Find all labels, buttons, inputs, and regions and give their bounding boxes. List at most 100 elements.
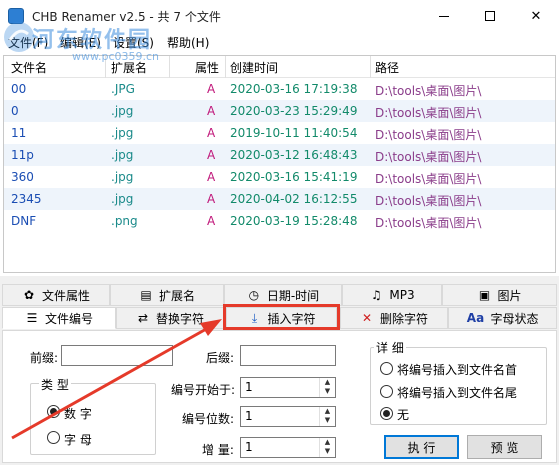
tab-label: 扩展名 (158, 288, 195, 303)
insert-none-label[interactable]: 无 (397, 406, 409, 423)
tab-label: MP3 (389, 288, 415, 302)
tab-label: 文件编号 (44, 311, 93, 326)
column-header-attr[interactable]: 属性 (195, 59, 219, 76)
digits-value: 1 (245, 409, 253, 423)
table-row[interactable]: 11 .jpg A 2019-10-11 11:40:54 D:\tools\桌… (4, 122, 555, 144)
type-number-radio[interactable] (47, 405, 60, 418)
digits-label: 编号位数: (182, 412, 235, 426)
suffix-label: 后缀: (206, 351, 235, 365)
type-letter-label[interactable]: 字 母 (64, 431, 92, 448)
prefix-input[interactable] (61, 345, 173, 366)
prefix-label: 前缀: (30, 351, 59, 365)
cell-path: D:\tools\桌面\图片\ (375, 84, 482, 98)
document-icon: ▤ (140, 288, 152, 302)
tab-file-numbering[interactable]: ☰ 文件编号 (2, 307, 116, 329)
highlight-box (223, 304, 340, 330)
type-number-label[interactable]: 数 字 (64, 405, 92, 422)
image-icon: ▣ (478, 288, 491, 302)
cell-attr: A (207, 148, 216, 162)
detail-group-title: 详 细 (374, 339, 406, 356)
cell-attr: A (207, 214, 216, 228)
cell-path: D:\tools\桌面\图片\ (375, 128, 482, 142)
delete-icon: ✕ (361, 311, 373, 325)
table-row[interactable]: DNF .png A 2020-03-19 15:28:48 D:\tools\… (4, 210, 555, 232)
cell-name: 11 (11, 126, 27, 140)
type-letter-radio[interactable] (47, 431, 60, 444)
spin-up-icon[interactable]: ▲ (320, 438, 335, 447)
start-stepper[interactable]: 1 ▲ ▼ (240, 377, 336, 398)
tab-replace-chars[interactable]: ⇄ 替换字符 (116, 307, 224, 329)
tab-delete-chars[interactable]: ✕ 删除字符 (340, 307, 448, 329)
table-row[interactable]: 11p .jpg A 2020-03-12 16:48:43 D:\tools\… (4, 144, 555, 166)
cell-path: D:\tools\桌面\图片\ (375, 106, 482, 120)
table-row[interactable]: 00 .JPG A 2020-03-16 17:19:38 D:\tools\桌… (4, 78, 555, 100)
start-label: 编号开始于: (171, 383, 236, 397)
tab-label: 文件属性 (41, 288, 90, 303)
column-header-name[interactable]: 文件名 (11, 59, 47, 76)
tab-file-attributes[interactable]: ✿ 文件属性 (2, 284, 110, 306)
table-row[interactable]: 360 .jpg A 2020-03-16 15:41:19 D:\tools\… (4, 166, 555, 188)
tab-extension[interactable]: ▤ 扩展名 (110, 284, 224, 306)
cell-time: 2020-03-23 15:29:49 (230, 104, 358, 118)
gear-icon: ✿ (23, 288, 35, 302)
cell-time: 2020-03-16 15:41:19 (230, 170, 358, 184)
cell-attr: A (207, 192, 216, 206)
tab-image[interactable]: ▣ 图片 (442, 284, 557, 306)
cell-attr: A (207, 82, 216, 96)
close-button[interactable]: ✕ (513, 0, 559, 32)
type-group (30, 383, 156, 455)
cell-name: 00 (11, 82, 27, 96)
cell-name: DNF (11, 214, 37, 228)
insert-tail-radio[interactable] (380, 385, 393, 398)
spin-down-icon[interactable]: ▼ (320, 447, 335, 456)
execute-button[interactable]: 执 行 (384, 435, 459, 459)
table-row[interactable]: 2345 .jpg A 2020-04-02 16:12:55 D:\tools… (4, 188, 555, 210)
tab-label: 删除字符 (379, 311, 428, 326)
file-list[interactable]: 文件名 扩展名 属性 创建时间 路径 00 .JPG A 2020-03-16 … (3, 55, 556, 273)
cell-attr: A (207, 126, 216, 140)
table-row[interactable]: 0 .jpg A 2020-03-23 15:29:49 D:\tools\桌面… (4, 100, 555, 122)
column-header-path[interactable]: 路径 (375, 59, 399, 76)
increment-stepper[interactable]: 1 ▲ ▼ (240, 437, 336, 458)
column-header-time[interactable]: 创建时间 (230, 59, 278, 76)
watermark-logo (4, 22, 34, 52)
tab-date-time[interactable]: ◷ 日期-时间 (224, 284, 342, 306)
insert-head-label[interactable]: 将编号插入到文件名首 (397, 361, 517, 378)
cell-name: 0 (11, 104, 19, 118)
cell-path: D:\tools\桌面\图片\ (375, 172, 482, 186)
tab-letter-case[interactable]: Aa 字母状态 (448, 307, 557, 329)
menu-help[interactable]: 帮助(H) (167, 34, 209, 51)
suffix-input[interactable] (240, 345, 336, 366)
minimize-icon (439, 15, 449, 17)
cell-attr: A (207, 170, 216, 184)
cell-path: D:\tools\桌面\图片\ (375, 150, 482, 164)
minimize-button[interactable] (421, 0, 467, 32)
digits-stepper[interactable]: 1 ▲ ▼ (240, 406, 336, 427)
type-group-title: 类 型 (39, 376, 71, 393)
cell-time: 2020-04-02 16:12:55 (230, 192, 358, 206)
tab-label: 图片 (497, 288, 522, 303)
spin-down-icon[interactable]: ▼ (320, 387, 335, 396)
insert-head-radio[interactable] (380, 362, 393, 375)
spin-up-icon[interactable]: ▲ (320, 378, 335, 387)
list-icon: ☰ (26, 311, 38, 325)
cell-time: 2020-03-12 16:48:43 (230, 148, 358, 162)
numbering-page: 前缀: 后缀: 类 型 数 字 字 母 编号开始于: 1 ▲ ▼ 编号位数: 1 … (2, 330, 557, 463)
preview-button[interactable]: 预 览 (467, 435, 542, 459)
tab-mp3[interactable]: ♫ MP3 (342, 284, 442, 306)
insert-none-radio[interactable] (380, 407, 393, 420)
cell-ext: .jpg (111, 126, 134, 140)
increment-label: 增 量: (202, 443, 234, 457)
music-icon: ♫ (370, 288, 382, 302)
spin-up-icon[interactable]: ▲ (320, 407, 335, 416)
cell-attr: A (207, 104, 216, 118)
cell-path: D:\tools\桌面\图片\ (375, 194, 482, 208)
insert-tail-label[interactable]: 将编号插入到文件名尾 (397, 384, 517, 401)
letter-case-icon: Aa (466, 311, 485, 325)
cell-ext: .JPG (111, 82, 135, 96)
maximize-button[interactable] (467, 0, 513, 32)
increment-value: 1 (245, 440, 253, 454)
cell-time: 2020-03-19 15:28:48 (230, 214, 358, 228)
spin-down-icon[interactable]: ▼ (320, 416, 335, 425)
clock-icon: ◷ (248, 288, 260, 302)
